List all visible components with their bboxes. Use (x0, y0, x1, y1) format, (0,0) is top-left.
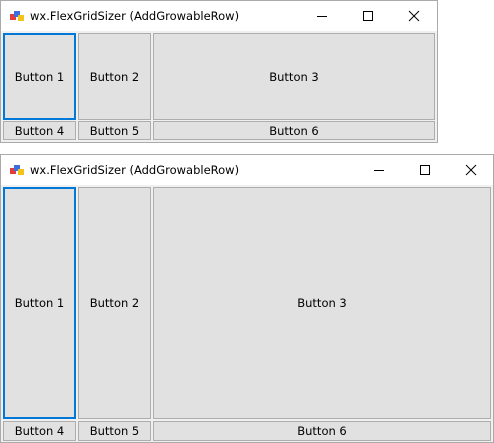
button-3[interactable]: Button 3 (153, 187, 491, 419)
close-icon (408, 10, 420, 22)
minimize-icon (317, 16, 327, 17)
minimize-button[interactable] (299, 1, 345, 31)
window-1: wx.FlexGridSizer (AddGrowableRow) Button… (0, 0, 438, 143)
window-1-client: Button 1 Button 2 Button 3 Button 4 Butt… (1, 31, 437, 142)
minimize-button[interactable] (356, 155, 402, 185)
button-1[interactable]: Button 1 (3, 33, 76, 120)
wx-app-icon (10, 11, 24, 21)
button-1[interactable]: Button 1 (3, 187, 76, 419)
wx-app-icon (10, 165, 24, 175)
window-2: wx.FlexGridSizer (AddGrowableRow) Button… (0, 154, 494, 443)
close-button[interactable] (391, 1, 437, 31)
window-2-titlebar[interactable]: wx.FlexGridSizer (AddGrowableRow) (1, 155, 493, 185)
window-title: wx.FlexGridSizer (AddGrowableRow) (30, 9, 240, 23)
minimize-icon (374, 170, 384, 171)
button-5[interactable]: Button 5 (78, 421, 151, 441)
button-5[interactable]: Button 5 (78, 121, 151, 140)
button-2[interactable]: Button 2 (78, 33, 151, 120)
window-2-client: Button 1 Button 2 Button 3 Button 4 Butt… (1, 185, 493, 442)
maximize-icon (363, 11, 373, 21)
button-4[interactable]: Button 4 (3, 121, 76, 140)
close-button[interactable] (448, 155, 494, 185)
window-1-titlebar[interactable]: wx.FlexGridSizer (AddGrowableRow) (1, 1, 437, 31)
window-title: wx.FlexGridSizer (AddGrowableRow) (30, 163, 240, 177)
button-6[interactable]: Button 6 (153, 421, 491, 441)
button-3[interactable]: Button 3 (153, 33, 435, 120)
maximize-button[interactable] (402, 155, 448, 185)
button-4[interactable]: Button 4 (3, 421, 76, 441)
maximize-button[interactable] (345, 1, 391, 31)
button-2[interactable]: Button 2 (78, 187, 151, 419)
button-6[interactable]: Button 6 (153, 121, 435, 140)
close-icon (465, 164, 477, 176)
maximize-icon (420, 165, 430, 175)
